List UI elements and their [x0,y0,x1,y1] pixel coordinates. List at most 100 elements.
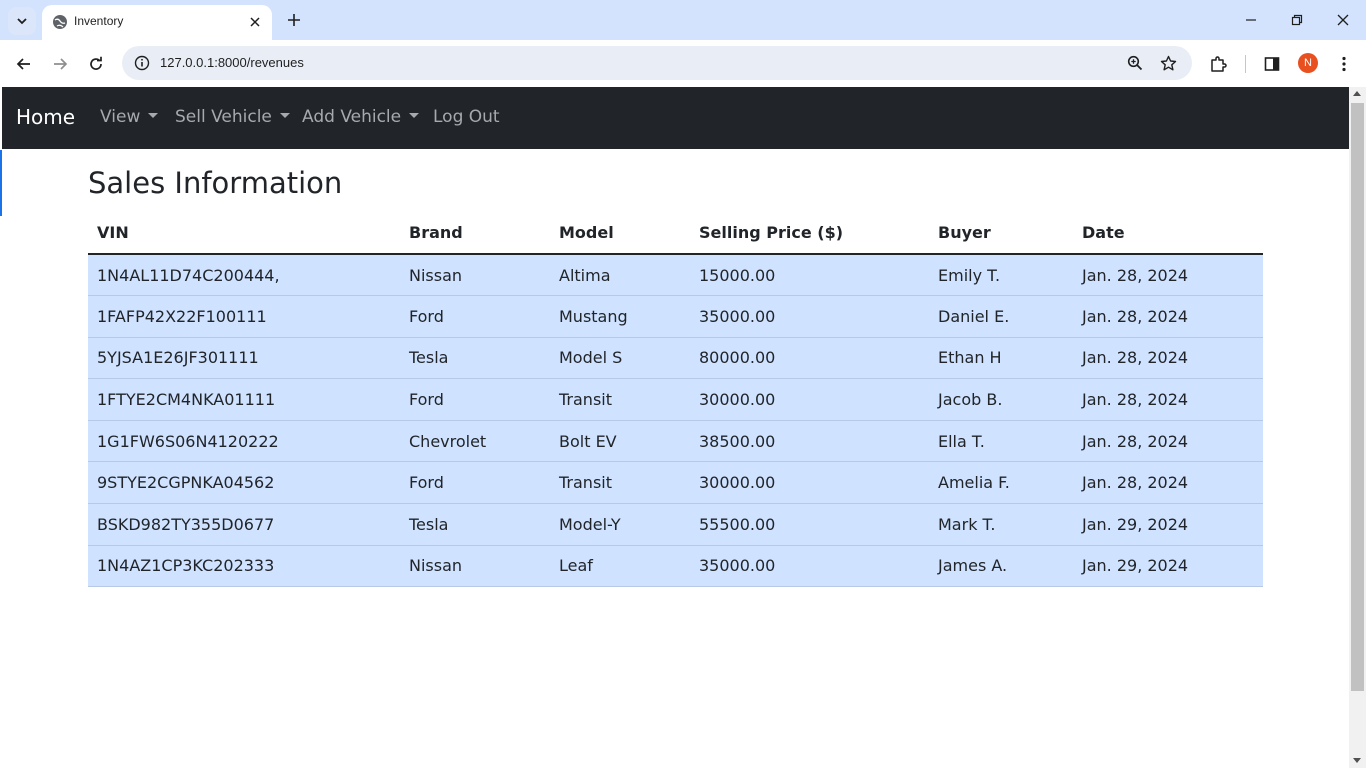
page-title: Sales Information [88,166,343,200]
cell-date: Jan. 28, 2024 [1073,461,1263,505]
side-panel-icon [1264,57,1280,71]
cell-buyer: Daniel E. [929,295,1073,338]
cell-buyer: Emily T. [929,254,1073,297]
column-header-model: Model [550,212,690,255]
cell-date: Jan. 29, 2024 [1073,545,1263,588]
nav-logout-link[interactable]: Log Out [433,107,500,127]
side-panel-button[interactable] [1260,52,1284,76]
column-header-price: Selling Price ($) [690,212,929,255]
cell-vin: 1G1FW6S06N4120222 [88,420,400,463]
cell-buyer: Jacob B. [929,378,1073,421]
nav-add-vehicle-label: Add Vehicle [302,107,402,127]
cell-brand: Ford [400,461,550,505]
restore-button[interactable] [1274,0,1320,40]
cell-model: Bolt EV [550,420,690,463]
table-row: 9STYE2CGPNKA04562 Ford Transit 30000.00 … [88,461,1263,505]
cell-date: Jan. 28, 2024 [1073,337,1263,380]
tab-title: Inventory [74,14,124,28]
cell-brand: Tesla [400,503,550,546]
zoom-icon [1127,55,1143,71]
cell-date: Jan. 29, 2024 [1073,503,1263,546]
cell-date: Jan. 28, 2024 [1073,378,1263,421]
cell-buyer: Mark T. [929,503,1073,546]
reload-button[interactable] [84,52,108,76]
cell-model: Transit [550,378,690,421]
browser-menu-button[interactable] [1332,52,1356,76]
toolbar-divider [1245,55,1246,73]
sales-table: VIN Brand Model Selling Price ($) Buyer … [88,212,1263,588]
scroll-up-arrow-icon[interactable] [1353,91,1361,96]
cell-buyer: Ethan H [929,337,1073,380]
cell-model: Transit [550,461,690,505]
cell-model: Leaf [550,545,690,588]
nav-sell-vehicle-dropdown[interactable]: Sell Vehicle [175,107,290,127]
close-window-button[interactable] [1320,0,1366,40]
profile-avatar[interactable]: N [1298,53,1318,73]
nav-home-link[interactable]: Home [16,105,75,129]
arrow-left-icon [16,58,30,70]
scrollbar-thumb[interactable] [1351,103,1364,691]
tab-search-button[interactable] [8,7,36,35]
cell-model: Model-Y [550,503,690,546]
cell-price: 30000.00 [690,378,929,421]
cell-price: 30000.00 [690,461,929,505]
site-info-button[interactable] [132,53,152,73]
column-header-vin: VIN [88,212,400,255]
cell-vin: 1N4AZ1CP3KC202333 [88,545,400,588]
cell-buyer: Ella T. [929,420,1073,463]
browser-tab[interactable]: Inventory [42,5,272,40]
caret-down-icon [409,112,420,118]
caret-down-icon [148,112,159,118]
restore-icon [1291,14,1303,26]
table-header: VIN Brand Model Selling Price ($) Buyer … [88,212,1263,255]
table-row: 1N4AZ1CP3KC202333 Nissan Leaf 35000.00 J… [88,545,1263,588]
nav-add-vehicle-dropdown[interactable]: Add Vehicle [302,107,420,127]
table-row: 1G1FW6S06N4120222 Chevrolet Bolt EV 3850… [88,420,1263,463]
table-row: 1FAFP42X22F100111 Ford Mustang 35000.00 … [88,295,1263,338]
cell-date: Jan. 28, 2024 [1073,295,1263,338]
page-viewport: Home View Sell Vehicle Add Vehicle Log O… [2,87,1349,768]
cell-model: Altima [550,254,690,297]
site-navbar: Home View Sell Vehicle Add Vehicle Log O… [2,87,1349,149]
cell-brand: Ford [400,378,550,421]
cell-vin: 1FAFP42X22F100111 [88,295,400,338]
nav-sell-vehicle-label: Sell Vehicle [175,107,272,127]
nav-view-dropdown[interactable]: View [100,107,159,127]
zoom-button[interactable] [1125,53,1145,73]
new-tab-button[interactable] [282,8,306,32]
column-header-buyer: Buyer [929,212,1073,255]
browser-toolbar: 127.0.0.1:8000/revenues N [0,40,1366,87]
scroll-down-arrow-icon[interactable] [1353,758,1361,763]
cell-brand: Chevrolet [400,420,550,463]
cell-price: 15000.00 [690,254,929,297]
cell-date: Jan. 28, 2024 [1073,254,1263,297]
table-row: 1N4AL11D74C200444, Nissan Altima 15000.0… [88,254,1263,297]
cell-vin: 1FTYE2CM4NKA01111 [88,378,400,421]
cell-model: Mustang [550,295,690,338]
url-text: 127.0.0.1:8000/revenues [160,55,304,70]
minimize-button[interactable] [1228,0,1274,40]
table-body: 1N4AL11D74C200444, Nissan Altima 15000.0… [88,254,1263,588]
forward-button[interactable] [48,52,72,76]
cell-price: 80000.00 [690,337,929,380]
cell-vin: 1N4AL11D74C200444, [88,254,400,297]
tab-close-button[interactable] [246,13,264,31]
page-scrollbar[interactable] [1349,87,1366,768]
table-row: BSKD982TY355D0677 Tesla Model-Y 55500.00… [88,503,1263,546]
cell-brand: Nissan [400,254,550,297]
address-bar[interactable]: 127.0.0.1:8000/revenues [122,46,1192,80]
tab-strip: Inventory [0,0,1366,40]
nav-view-label: View [100,107,141,127]
extensions-button[interactable] [1206,52,1230,76]
close-icon [250,17,260,27]
chevron-down-icon [17,18,27,25]
info-icon [134,55,150,71]
cell-price: 35000.00 [690,295,929,338]
cell-date: Jan. 28, 2024 [1073,420,1263,463]
back-button[interactable] [12,52,36,76]
puzzle-icon [1211,56,1227,72]
bookmark-button[interactable] [1158,53,1178,73]
arrow-right-icon [54,58,68,70]
cell-brand: Tesla [400,337,550,380]
cell-vin: 5YJSA1E26JF301111 [88,337,400,380]
